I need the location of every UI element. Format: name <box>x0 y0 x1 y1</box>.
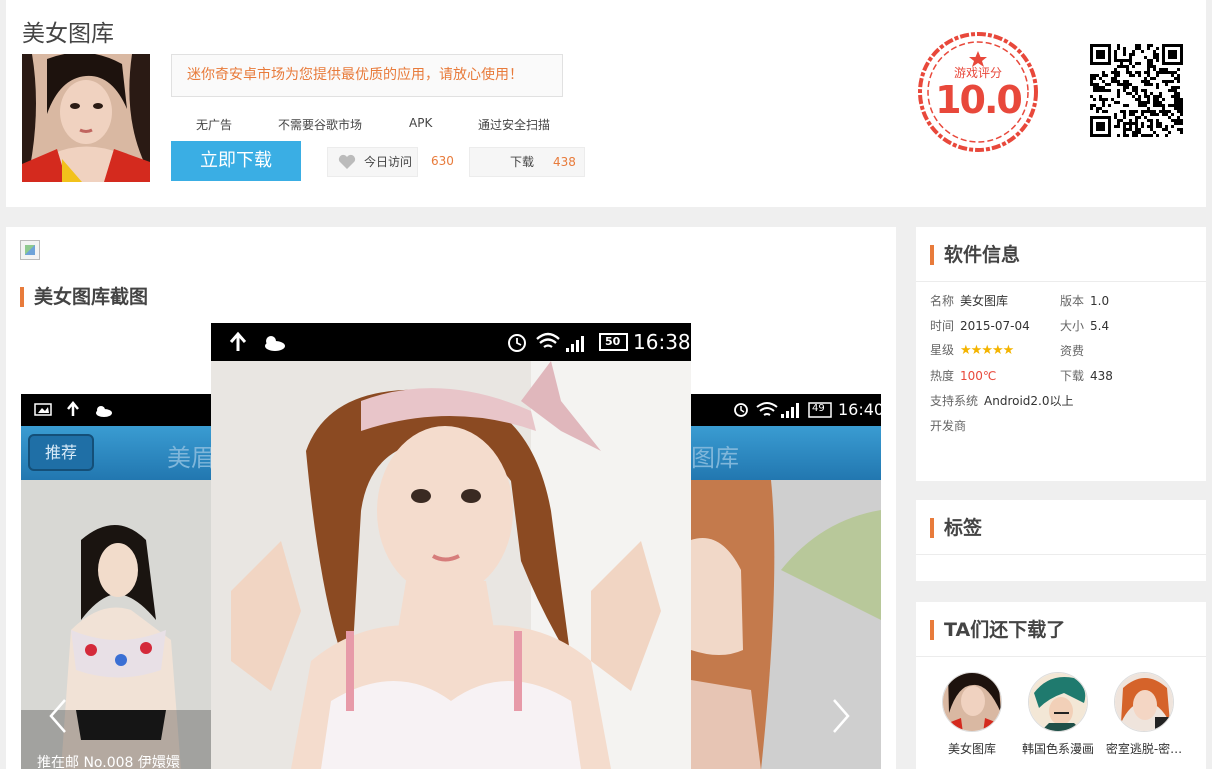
downloads-box: 下载 438 <box>469 147 585 177</box>
screenshot-photo <box>211 361 691 769</box>
tags-card: 标签 <box>916 500 1206 581</box>
screenshots-title: 美女图库截图 <box>20 287 148 307</box>
trust-notice: 迷你奇安卓市场为您提供最优质的应用，请放心使用！ <box>171 54 563 97</box>
right-clock: 16:40 <box>838 400 881 419</box>
related-title: TA们还下载了 <box>930 620 1065 640</box>
info-developer: 开发商 <box>930 419 967 433</box>
downloads-count: 438 <box>553 155 576 169</box>
main-clock: 16:38 <box>633 330 691 354</box>
visits-label: 今日访问 <box>364 155 413 169</box>
related-app[interactable]: 美女图库 <box>932 672 1012 757</box>
screenshot-caption: 推在邮 No.008 伊嬛嬛 <box>37 755 180 769</box>
related-apps-card: TA们还下载了 美女图库 韩国色系漫画 密室逃脱-密… <box>916 602 1206 769</box>
related-app[interactable]: 密室逃脱-密… <box>1104 672 1184 757</box>
info-downloads: 下载 438 <box>1060 369 1113 383</box>
info-time: 时间 2015-07-04 <box>930 319 1030 333</box>
screenshot-section: 美女图库截图 推荐 美眉 推在邮 No.008 伊嬛嬛 49 16:40 图库 … <box>6 227 896 769</box>
info-size: 大小 5.4 <box>1060 319 1110 333</box>
rating-stamp: 游戏评分 10.0 <box>916 30 1040 154</box>
star-rating-icon: ★★★★★ <box>960 343 1014 358</box>
download-button[interactable]: 立即下载 <box>171 141 301 181</box>
visits-box: 今日访问 <box>327 147 418 177</box>
recommend-tab[interactable]: 推荐 <box>28 434 94 471</box>
software-info-title: 软件信息 <box>930 245 1020 265</box>
rating-value: 10.0 <box>935 78 1023 122</box>
tags-title: 标签 <box>930 518 982 538</box>
feature-no-google-play: 不需要谷歌市场 <box>278 118 363 132</box>
feature-security-scan: 通过安全扫描 <box>478 118 551 132</box>
info-heat: 热度 100℃ <box>930 369 997 383</box>
related-app-name: 美女图库 <box>947 742 996 756</box>
screenshot-main[interactable]: 50 16:38 <box>211 323 691 769</box>
related-app-avatar <box>1028 672 1088 732</box>
info-os: 支持系统 Android2.0以上 <box>930 394 1074 408</box>
appbar-title-right: 图库 <box>691 444 739 472</box>
heart-icon <box>338 154 356 169</box>
visits-count: 630 <box>431 154 454 168</box>
prev-arrow-icon[interactable] <box>43 696 73 736</box>
related-app-name: 韩国色系漫画 <box>1021 742 1094 756</box>
info-version: 版本 1.0 <box>1060 294 1110 308</box>
appbar-title-left: 美眉 <box>167 444 215 472</box>
info-stars: 星级 ★★★★★ <box>930 343 1014 358</box>
info-fee: 资费 <box>1060 344 1085 358</box>
feature-no-ads: 无广告 <box>196 118 233 132</box>
feature-apk: APK <box>409 116 433 130</box>
right-battery: 49 <box>812 403 825 414</box>
info-name: 名称 美女图库 <box>930 294 1009 308</box>
related-app-avatar <box>942 672 1002 732</box>
app-icon <box>22 54 150 182</box>
qr-code[interactable] <box>1090 44 1183 137</box>
software-info-card: 软件信息 名称 美女图库 版本 1.0 时间 2015-07-04 大小 5.4 星级 ★… <box>916 227 1206 481</box>
next-arrow-icon[interactable] <box>826 696 856 736</box>
related-app[interactable]: 韩国色系漫画 <box>1018 672 1098 757</box>
main-battery: 50 <box>605 335 621 348</box>
related-app-name: 密室逃脱-密… <box>1105 742 1183 756</box>
app-header-card: 美女图库 迷你奇安卓市场为您提供最优质的应用，请放心使用！ 无广告 不需要谷歌市… <box>6 0 1206 207</box>
related-app-avatar <box>1114 672 1174 732</box>
downloads-label: 下载 <box>510 155 535 169</box>
broken-image-icon <box>20 240 40 260</box>
phone-status-bar: 50 16:38 <box>211 323 691 361</box>
app-title: 美女图库 <box>22 21 114 47</box>
